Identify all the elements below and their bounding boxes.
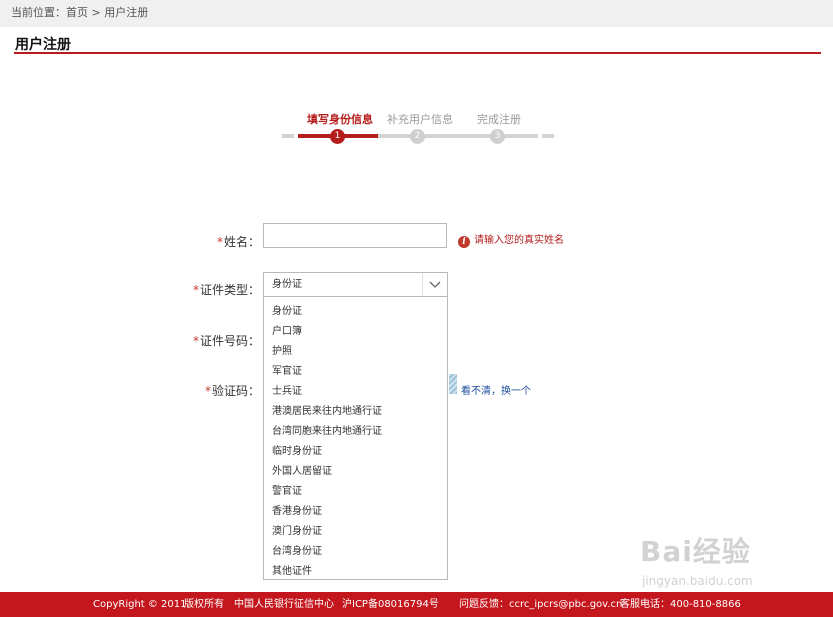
- captcha-label: *验证码：: [150, 382, 260, 399]
- footer-feedback: 问题反馈：ccrc_ipcrs@pbc.gov.cn: [459, 599, 623, 610]
- id-type-label-text: 证件类型：: [199, 283, 260, 297]
- required-mark: *: [216, 235, 223, 249]
- footer-org: 中国人民银行征信中心: [234, 599, 334, 610]
- breadcrumb-prefix: 当前位置：: [11, 6, 66, 19]
- chevron-down-icon[interactable]: [422, 273, 447, 296]
- id-type-option[interactable]: 台湾同胞来往内地通行证: [272, 422, 382, 437]
- id-type-option[interactable]: 香港身份证: [272, 502, 322, 517]
- breadcrumb-home-link[interactable]: 首页: [66, 0, 88, 25]
- step-3-label: 完成注册: [477, 113, 521, 126]
- step-bar-tail: [542, 134, 554, 138]
- footer-copyright: CopyRight © 2011: [93, 599, 187, 610]
- name-hint-text: 请输入您的真实姓名: [474, 235, 564, 246]
- id-type-selected-value: 身份证: [272, 279, 302, 290]
- id-type-dropdown: 身份证 户口簿 护照 军官证 士兵证 港澳居民来往内地通行证 台湾同胞来往内地通…: [263, 297, 448, 580]
- id-type-option[interactable]: 其他证件: [272, 562, 312, 577]
- captcha-refresh-link[interactable]: 看不清，换一个: [461, 382, 531, 397]
- captcha-label-text: 验证码：: [211, 384, 260, 398]
- breadcrumb: 当前位置：首页 > 用户注册: [11, 0, 148, 25]
- title-divider: [14, 52, 821, 54]
- step-1-circle: 1: [330, 129, 345, 144]
- required-mark: *: [192, 334, 199, 348]
- page-title: 用户注册: [15, 37, 71, 53]
- id-type-option[interactable]: 港澳居民来往内地通行证: [272, 402, 382, 417]
- name-label: *姓名：: [150, 233, 260, 250]
- step-2-label: 补充用户信息: [387, 113, 453, 126]
- id-type-option[interactable]: 士兵证: [272, 382, 302, 397]
- id-type-option[interactable]: 外国人居留证: [272, 462, 332, 477]
- step-3-circle: 3: [490, 129, 505, 144]
- info-icon: i: [458, 236, 470, 248]
- captcha-image[interactable]: [449, 374, 457, 394]
- required-mark: *: [192, 283, 199, 297]
- name-hint: i 请输入您的真实姓名: [458, 231, 564, 248]
- footer-rights: 版权所有: [184, 599, 224, 610]
- breadcrumb-current: 用户注册: [104, 6, 149, 19]
- step-1-label: 填写身份信息: [307, 113, 373, 126]
- watermark-logo: Bai经验: [640, 535, 751, 568]
- id-type-label: *证件类型：: [150, 281, 260, 298]
- id-number-label: *证件号码：: [150, 332, 260, 349]
- breadcrumb-separator: >: [91, 6, 101, 19]
- step-bar-lead: [282, 134, 294, 138]
- footer-hotline: 客服电话：400-810-8866: [620, 599, 741, 610]
- step-2-circle: 2: [410, 129, 425, 144]
- id-type-option[interactable]: 台湾身份证: [272, 542, 322, 557]
- footer: CopyRight © 2011 版权所有 中国人民银行征信中心 沪ICP备08…: [0, 592, 833, 617]
- footer-icp: 沪ICP备08016794号: [342, 599, 439, 610]
- id-type-option[interactable]: 临时身份证: [272, 442, 322, 457]
- name-label-text: 姓名：: [223, 235, 260, 249]
- required-mark: *: [204, 384, 211, 398]
- id-type-option[interactable]: 澳门身份证: [272, 522, 322, 537]
- id-type-option[interactable]: 身份证: [272, 302, 302, 317]
- id-number-label-text: 证件号码：: [199, 334, 260, 348]
- id-type-option[interactable]: 护照: [272, 342, 292, 357]
- name-input[interactable]: [263, 223, 447, 248]
- id-type-option[interactable]: 户口簿: [272, 322, 302, 337]
- breadcrumb-bar: 当前位置：首页 > 用户注册: [0, 0, 833, 27]
- id-type-option[interactable]: 警官证: [272, 482, 302, 497]
- watermark-url: jingyan.baidu.com: [642, 574, 753, 588]
- id-type-select[interactable]: 身份证: [263, 272, 448, 297]
- id-type-option[interactable]: 军官证: [272, 362, 302, 377]
